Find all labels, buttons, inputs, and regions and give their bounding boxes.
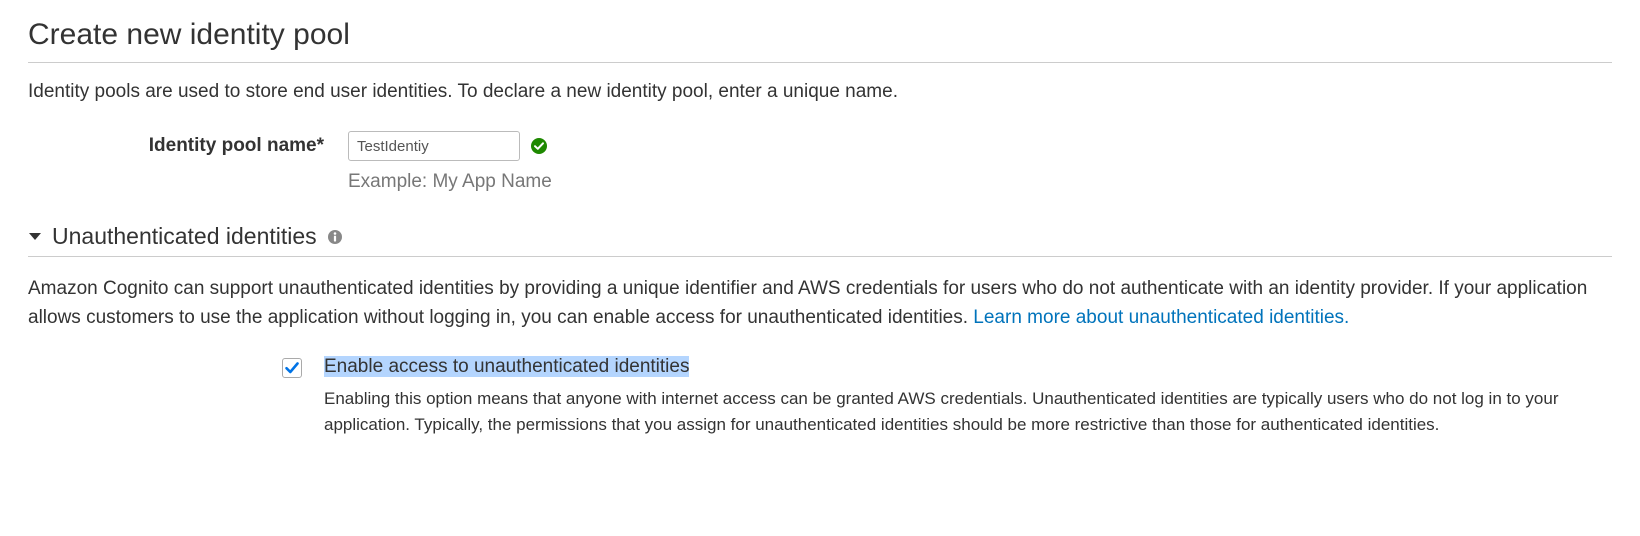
identity-pool-name-input[interactable]: [348, 131, 520, 161]
page-intro: Identity pools are used to store end use…: [28, 81, 1612, 103]
unauth-section-title: Unauthenticated identities: [52, 223, 317, 250]
enable-unauth-label[interactable]: Enable access to unauthenticated identit…: [324, 356, 689, 377]
caret-down-icon: [28, 232, 42, 242]
info-icon[interactable]: [327, 229, 343, 245]
section-divider: [28, 256, 1612, 257]
identity-pool-name-label: Identity pool name*: [28, 131, 348, 161]
enable-unauth-checkbox[interactable]: [282, 358, 302, 378]
title-divider: [28, 62, 1612, 63]
enable-unauth-help: Enabling this option means that anyone w…: [324, 386, 1612, 437]
page-title: Create new identity pool: [28, 18, 1612, 52]
unauth-section-toggle[interactable]: Unauthenticated identities: [28, 223, 1612, 250]
learn-more-link[interactable]: Learn more about unauthenticated identit…: [973, 307, 1349, 328]
enable-unauth-row: Enable access to unauthenticated identit…: [282, 356, 1612, 437]
unauth-section-description: Amazon Cognito can support unauthenticat…: [28, 275, 1612, 332]
identity-pool-name-row: Identity pool name* Example: My App Name: [28, 131, 1612, 193]
identity-pool-name-example: Example: My App Name: [348, 171, 552, 193]
valid-check-icon: [530, 137, 548, 155]
